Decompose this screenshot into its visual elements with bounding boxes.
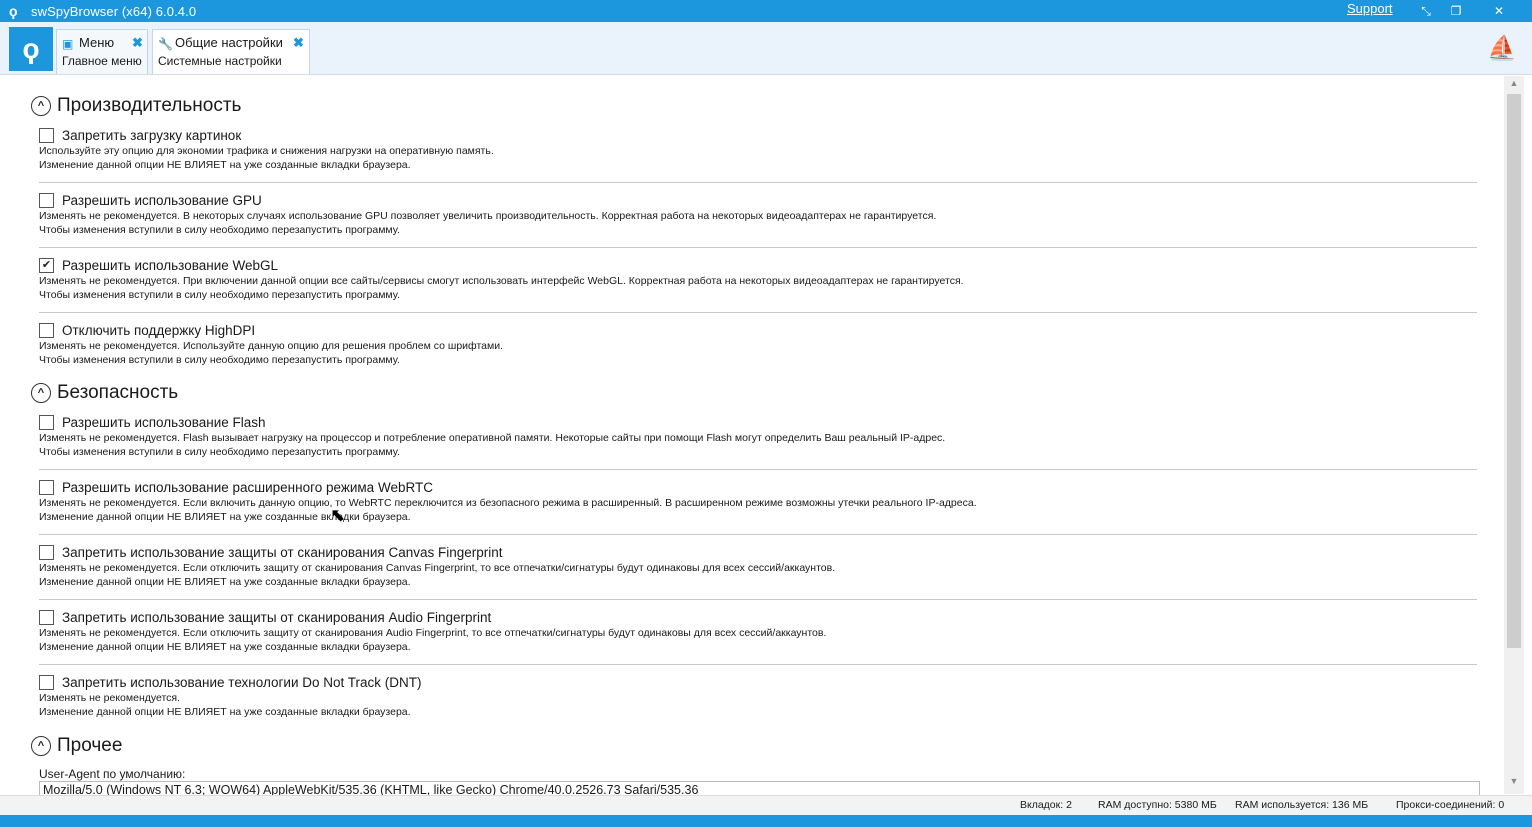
option-label: Запретить использование технологии Do No… bbox=[62, 674, 422, 690]
collapse-icon[interactable]: ^ bbox=[31, 96, 51, 116]
option-do-not-track: Запретить использование технологии Do No… bbox=[39, 673, 1477, 719]
status-tabs-count: Вкладок: 2 bbox=[1020, 799, 1072, 811]
user-agent-label: User-Agent по умолчанию: bbox=[39, 767, 186, 781]
section-title: Безопасность bbox=[57, 382, 179, 403]
option-enable-flash: Разрешить использование Flash Изменять н… bbox=[39, 413, 1477, 470]
option-disable-images: Запретить загрузку картинок Используйте … bbox=[39, 126, 1477, 183]
section-security-header[interactable]: ^ Безопасность bbox=[31, 382, 178, 404]
option-description: Чтобы изменения вступили в силу необходи… bbox=[39, 354, 400, 366]
option-description: Изменять не рекомендуется. Если отключит… bbox=[39, 562, 836, 574]
option-description: Изменение данной опции НЕ ВЛИЯЕТ на уже … bbox=[39, 159, 411, 171]
checkbox[interactable] bbox=[39, 192, 54, 208]
option-label: Разрешить использование Flash bbox=[62, 414, 266, 430]
title-bar: ϙ swSpyBrowser (x64) 6.0.4.0 Support ⤡ ❐… bbox=[0, 0, 1532, 22]
wrench-icon: 🔧 bbox=[158, 37, 173, 51]
divider bbox=[39, 664, 1477, 665]
settings-content: ^ Производительность Запретить загрузку … bbox=[0, 75, 1500, 795]
scroll-down-icon[interactable]: ▼ bbox=[1504, 776, 1524, 792]
checkbox[interactable] bbox=[39, 322, 54, 338]
option-description: Чтобы изменения вступили в силу необходи… bbox=[39, 446, 400, 458]
restore-icon[interactable]: ⤡ bbox=[1412, 0, 1440, 22]
support-link[interactable]: Support bbox=[1347, 1, 1393, 16]
tab-title: Общие настройки bbox=[175, 35, 283, 50]
section-title: Производительность bbox=[57, 95, 242, 116]
option-description: Изменение данной опции НЕ ВЛИЯЕТ на уже … bbox=[39, 511, 411, 523]
option-label: Разрешить использование WebGL bbox=[62, 257, 279, 273]
divider bbox=[39, 534, 1477, 535]
tab-subtitle: Главное меню bbox=[62, 54, 142, 68]
option-description: Изменять не рекомендуется. Используйте д… bbox=[39, 340, 503, 352]
tab-general-settings[interactable]: 🔧 Общие настройки ✖ Системные настройки bbox=[152, 29, 310, 74]
option-description: Изменять не рекомендуется. Если включить… bbox=[39, 497, 977, 509]
option-description: Изменять не рекомендуется. В некоторых с… bbox=[39, 210, 937, 222]
checkbox[interactable] bbox=[39, 414, 54, 430]
maximize-icon[interactable]: ❐ bbox=[1442, 0, 1470, 22]
option-description: Изменять не рекомендуется. Flash вызывае… bbox=[39, 432, 946, 444]
divider bbox=[39, 312, 1477, 313]
tab-subtitle: Системные настройки bbox=[158, 54, 282, 68]
scrollbar-thumb[interactable] bbox=[1507, 94, 1521, 648]
status-bar: Вкладок: 2 RAM доступно: 5380 МБ RAM исп… bbox=[0, 795, 1532, 816]
tab-title: Меню bbox=[79, 35, 115, 50]
option-label: Запретить использование защиты от сканир… bbox=[62, 544, 503, 560]
checkbox[interactable] bbox=[39, 479, 54, 495]
status-ram-available: RAM доступно: 5380 МБ bbox=[1098, 799, 1217, 811]
section-performance-header[interactable]: ^ Производительность bbox=[31, 95, 241, 117]
option-description: Изменение данной опции НЕ ВЛИЯЕТ на уже … bbox=[39, 641, 411, 653]
app-logo-icon: ϙ bbox=[22, 33, 40, 64]
option-label: Разрешить использование расширенного реж… bbox=[62, 479, 433, 495]
option-description: Изменять не рекомендуется. Если отключит… bbox=[39, 627, 827, 639]
option-description: Изменение данной опции НЕ ВЛИЯЕТ на уже … bbox=[39, 576, 411, 588]
window-title: swSpyBrowser (x64) 6.0.4.0 bbox=[31, 3, 197, 19]
option-audio-fingerprint: Запретить использование защиты от сканир… bbox=[39, 608, 1477, 665]
close-icon[interactable]: ✕ bbox=[1485, 0, 1513, 22]
option-label: Отключить поддержку HighDPI bbox=[62, 322, 256, 338]
option-webrtc-extended: Разрешить использование расширенного реж… bbox=[39, 478, 1477, 535]
option-description: Изменять не рекомендуется. При включении… bbox=[39, 275, 964, 287]
checkbox[interactable] bbox=[39, 127, 54, 143]
option-description: Изменение данной опции НЕ ВЛИЯЕТ на уже … bbox=[39, 706, 411, 718]
scroll-up-icon[interactable]: ▲ bbox=[1504, 78, 1524, 94]
option-label: Разрешить использование GPU bbox=[62, 192, 262, 208]
close-tab-icon[interactable]: ✖ bbox=[132, 35, 143, 51]
app-logo-icon: ϙ bbox=[9, 3, 18, 19]
menu-icon: ▣ bbox=[62, 37, 74, 51]
option-label: Запретить использование защиты от сканир… bbox=[62, 609, 492, 625]
divider bbox=[39, 182, 1477, 183]
section-title: Прочее bbox=[57, 735, 123, 756]
option-canvas-fingerprint: Запретить использование защиты от сканир… bbox=[39, 543, 1477, 600]
option-description: Изменять не рекомендуется. bbox=[39, 692, 181, 704]
sailboat-icon[interactable]: ⛵ bbox=[1487, 34, 1517, 64]
section-other-header[interactable]: ^ Прочее bbox=[31, 735, 122, 757]
checkbox-checked[interactable]: ✔ bbox=[39, 257, 54, 273]
tab-menu[interactable]: ▣ Меню ✖ Главное меню bbox=[56, 29, 148, 74]
checkbox[interactable] bbox=[39, 544, 54, 560]
home-logo-button[interactable]: ϙ bbox=[9, 27, 53, 71]
close-tab-icon[interactable]: ✖ bbox=[293, 35, 304, 51]
option-enable-webgl: ✔ Разрешить использование WebGL Изменять… bbox=[39, 256, 1477, 313]
option-label: Запретить загрузку картинок bbox=[62, 127, 242, 143]
mouse-cursor-icon: ⬉ bbox=[330, 505, 346, 525]
collapse-icon[interactable]: ^ bbox=[31, 736, 51, 756]
user-agent-input[interactable]: Mozilla/5.0 (Windows NT 6.3; WOW64) Appl… bbox=[39, 781, 1480, 795]
collapse-icon[interactable]: ^ bbox=[31, 383, 51, 403]
checkbox[interactable] bbox=[39, 674, 54, 690]
divider bbox=[39, 247, 1477, 248]
divider bbox=[39, 599, 1477, 600]
checkbox[interactable] bbox=[39, 609, 54, 625]
option-description: Чтобы изменения вступили в силу необходи… bbox=[39, 289, 400, 301]
status-proxy-connections: Прокси-соединений: 0 bbox=[1396, 799, 1505, 811]
option-description: Используйте эту опцию для экономии трафи… bbox=[39, 145, 494, 157]
option-disable-highdpi: Отключить поддержку HighDPI Изменять не … bbox=[39, 321, 1477, 367]
tab-strip: ϙ ▣ Меню ✖ Главное меню 🔧 Общие настройк… bbox=[0, 22, 1532, 75]
status-ram-used: RAM используется: 136 МБ bbox=[1235, 799, 1369, 811]
option-description: Чтобы изменения вступили в силу необходи… bbox=[39, 224, 400, 236]
option-enable-gpu: Разрешить использование GPU Изменять не … bbox=[39, 191, 1477, 248]
divider bbox=[39, 469, 1477, 470]
taskbar-strip bbox=[0, 815, 1532, 827]
vertical-scrollbar[interactable]: ▲ ▼ bbox=[1504, 76, 1524, 794]
